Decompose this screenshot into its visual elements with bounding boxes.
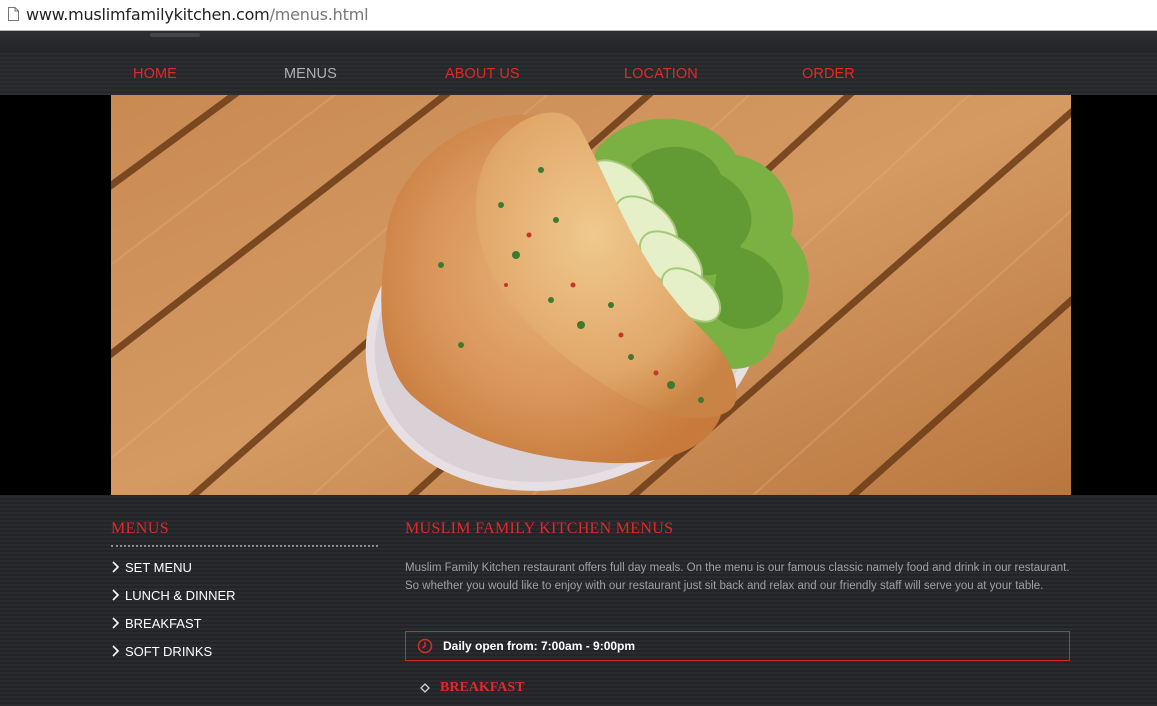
chevron-right-icon	[112, 617, 120, 629]
intro-paragraph: Muslim Family Kitchen restaurant offers …	[405, 562, 1070, 592]
hero-image	[111, 95, 1071, 495]
nav-home[interactable]: HOME	[133, 66, 177, 82]
sidebar-item-label: LUNCH & DINNER	[125, 588, 236, 603]
diamond-bullet-icon	[420, 683, 430, 693]
main-navigation: HOME MENUS ABOUT US LOCATION ORDER	[0, 52, 1157, 95]
nav-about-us[interactable]: ABOUT US	[445, 66, 520, 82]
opening-hours-box: Daily open from: 7:00am - 9:00pm	[405, 631, 1070, 661]
sidebar-title: MENUS	[111, 520, 170, 537]
chevron-right-icon	[112, 589, 120, 601]
omelette-plate-photo	[111, 95, 1071, 495]
chevron-right-icon	[112, 645, 120, 657]
header-strip	[0, 31, 1157, 53]
browser-url-bar[interactable]: www.muslimfamilykitchen.com/menus.html	[0, 0, 1157, 31]
page-title: MUSLIM FAMILY KITCHEN MENUS	[405, 520, 674, 537]
sidebar-item-label: BREAKFAST	[125, 616, 202, 631]
url-path: /menus.html	[269, 5, 369, 24]
url-domain: www.muslimfamilykitchen.com	[26, 5, 270, 24]
nav-menus[interactable]: MENUS	[284, 66, 337, 82]
clock-icon	[417, 638, 433, 654]
logo-glow	[150, 33, 200, 37]
section-heading-text: BREAKFAST	[440, 680, 525, 695]
sidebar-divider	[111, 545, 378, 547]
url-text[interactable]: www.muslimfamilykitchen.com/menus.html	[26, 5, 369, 24]
chevron-right-icon	[112, 561, 120, 573]
nav-order[interactable]: ORDER	[802, 66, 855, 82]
page-icon	[8, 7, 19, 21]
nav-location[interactable]: LOCATION	[624, 66, 698, 82]
sidebar-item-label: SET MENU	[125, 560, 192, 575]
opening-hours-text: Daily open from: 7:00am - 9:00pm	[443, 639, 636, 653]
sidebar-item-label: SOFT DRINKS	[125, 644, 213, 659]
